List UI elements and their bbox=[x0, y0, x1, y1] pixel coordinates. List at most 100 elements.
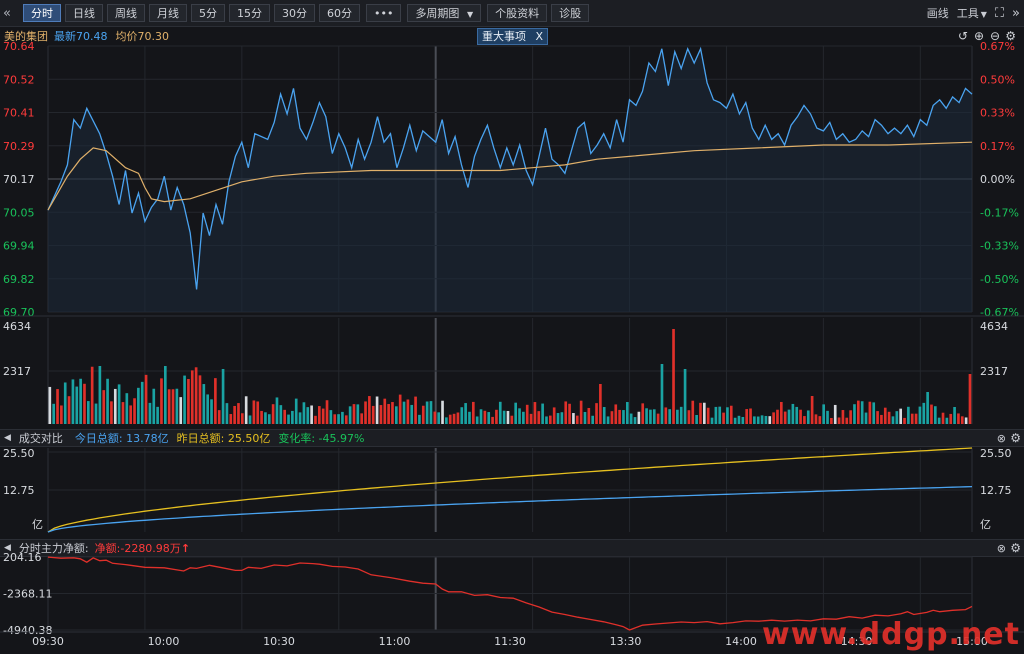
volume-bar bbox=[549, 415, 552, 424]
volume-bar bbox=[302, 402, 306, 424]
volume-bar bbox=[579, 400, 583, 424]
volume-bar bbox=[572, 413, 575, 424]
volume-bar bbox=[560, 412, 564, 424]
volume-bar bbox=[772, 412, 775, 424]
price-axis-label: 70.41 bbox=[3, 107, 35, 120]
volume-bar bbox=[48, 386, 52, 424]
volume-bar bbox=[768, 416, 772, 424]
percent-axis-label: 0.67% bbox=[980, 40, 1015, 53]
price-axis-label: 69.82 bbox=[3, 273, 35, 286]
volume-bar bbox=[937, 417, 941, 424]
volume-bar bbox=[63, 382, 67, 424]
volume-axis-label: 2317 bbox=[980, 365, 1008, 378]
volume-bar bbox=[148, 402, 152, 424]
volume-bar bbox=[591, 415, 594, 424]
volume-bar bbox=[391, 402, 394, 424]
volume-bar bbox=[695, 414, 698, 424]
volume-bar bbox=[321, 408, 325, 424]
price-axis-label: 70.05 bbox=[3, 206, 35, 219]
volume-bar bbox=[783, 411, 787, 424]
price-area bbox=[48, 48, 972, 313]
volume-bar bbox=[910, 413, 914, 424]
netflow-axis-label: -2368.11 bbox=[3, 588, 52, 601]
percent-axis-label: 0.17% bbox=[980, 140, 1015, 153]
volume-bar bbox=[67, 396, 71, 424]
turnover-axis-label: 12.75 bbox=[3, 484, 35, 497]
volume-bar bbox=[545, 416, 548, 424]
volume-axis-label: 4634 bbox=[3, 320, 31, 333]
volume-bar bbox=[868, 401, 872, 424]
volume-bar bbox=[60, 405, 63, 424]
time-axis-label: 14:00 bbox=[725, 635, 757, 648]
volume-bar bbox=[899, 408, 902, 424]
volume-bar bbox=[795, 406, 799, 424]
volume-bar bbox=[618, 409, 621, 424]
volume-bar bbox=[556, 413, 560, 424]
volume-bar bbox=[741, 416, 745, 424]
volume-bar bbox=[344, 415, 348, 424]
time-axis-label: 13:30 bbox=[610, 635, 642, 648]
volume-bar bbox=[383, 398, 387, 424]
volume-bar bbox=[90, 366, 94, 424]
volume-bar bbox=[506, 410, 510, 424]
volume-bar bbox=[729, 405, 733, 424]
volume-bar bbox=[726, 407, 729, 424]
time-axis-label: 11:00 bbox=[379, 635, 411, 648]
volume-bar bbox=[930, 404, 933, 424]
volume-bar bbox=[679, 406, 683, 424]
volume-bar bbox=[945, 417, 949, 424]
volume-bar bbox=[672, 329, 675, 424]
volume-bar bbox=[583, 411, 587, 424]
volume-bar bbox=[121, 402, 125, 424]
volume-bar bbox=[164, 366, 167, 424]
volume-bar bbox=[137, 387, 140, 424]
volume-bar bbox=[880, 414, 883, 424]
volume-bar bbox=[71, 379, 75, 424]
price-axis-label: 69.70 bbox=[3, 306, 35, 319]
volume-bar bbox=[733, 417, 737, 424]
volume-bar bbox=[722, 412, 725, 424]
volume-bar bbox=[402, 401, 406, 424]
volume-bar bbox=[429, 401, 433, 424]
volume-bar bbox=[833, 404, 837, 424]
volume-bar bbox=[425, 401, 429, 424]
volume-bar bbox=[75, 386, 79, 424]
volume-bar bbox=[568, 403, 571, 424]
volume-bar bbox=[552, 407, 556, 424]
volume-bar bbox=[641, 403, 645, 424]
volume-bar bbox=[518, 408, 521, 424]
intraday-chart[interactable]: 70.64 0.67% 70.52 0.50% 70.41 0.33% 70.29 0.17%… bbox=[0, 0, 1024, 654]
volume-bar bbox=[337, 414, 340, 424]
volume-bar bbox=[475, 416, 479, 424]
volume-bar bbox=[960, 416, 964, 424]
volume-bar bbox=[887, 411, 891, 424]
volume-bar bbox=[171, 389, 175, 424]
volume-bar bbox=[371, 405, 375, 424]
volume-bar bbox=[183, 375, 186, 424]
volume-bar bbox=[860, 401, 864, 424]
volume-bar bbox=[514, 402, 517, 424]
volume-bar bbox=[830, 417, 833, 424]
turnover-axis-unit: 亿 bbox=[32, 518, 43, 531]
volume-bar bbox=[348, 406, 352, 424]
volume-bar bbox=[803, 416, 806, 424]
volume-bar bbox=[267, 414, 271, 424]
volume-bar bbox=[298, 412, 302, 424]
turnover-axis-label: 25.50 bbox=[3, 447, 35, 460]
volume-bar bbox=[460, 407, 464, 424]
volume-bar bbox=[264, 412, 267, 424]
volume-bar bbox=[271, 404, 275, 424]
volume-bar bbox=[175, 388, 179, 424]
volume-bar bbox=[575, 415, 579, 424]
volume-bar bbox=[102, 390, 106, 424]
volume-bar bbox=[687, 410, 691, 424]
volume-bar bbox=[356, 404, 360, 424]
volume-bar bbox=[633, 417, 637, 424]
watermark: www.ddgp.net bbox=[762, 617, 1020, 652]
volume-bar bbox=[787, 409, 791, 424]
volume-bar bbox=[622, 410, 625, 424]
volume-bar bbox=[406, 399, 410, 424]
volume-bar bbox=[845, 417, 849, 424]
volume-bar bbox=[364, 401, 367, 424]
volume-bar bbox=[491, 416, 494, 424]
